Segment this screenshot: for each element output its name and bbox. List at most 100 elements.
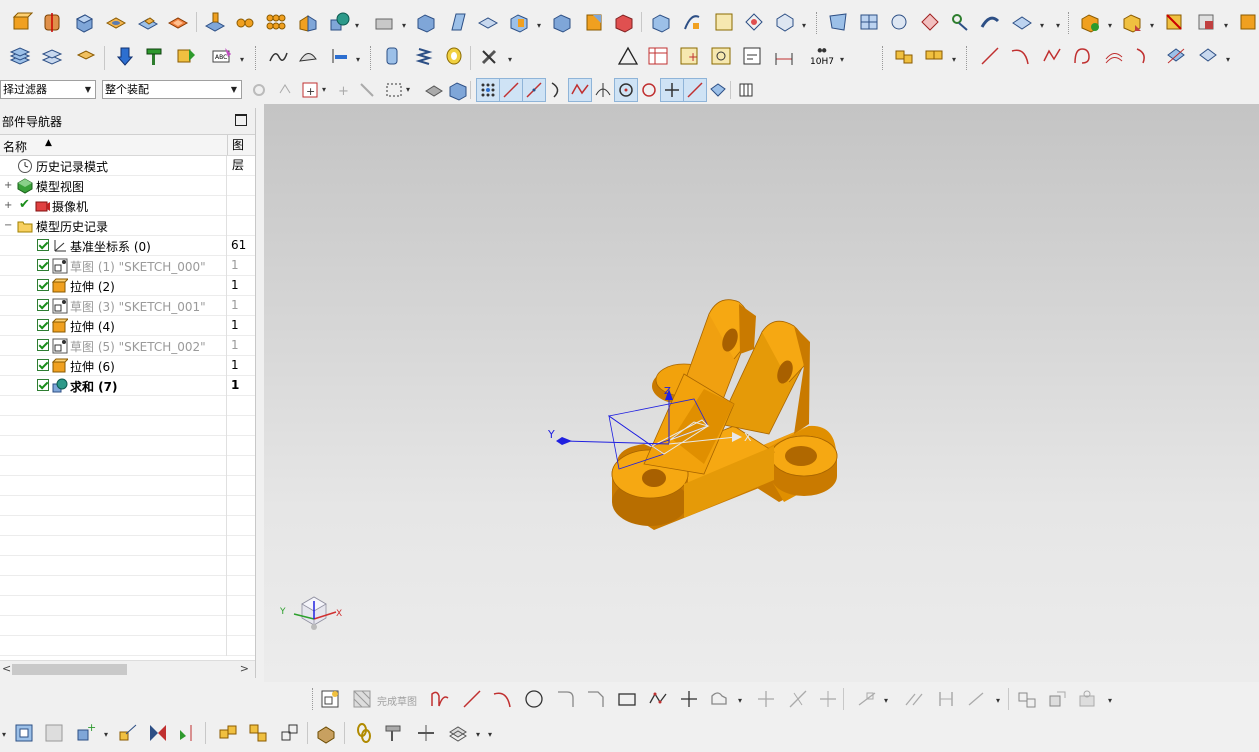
scroll-thumb[interactable] (12, 664, 127, 675)
tree-row[interactable]: + 模型视图 (0, 176, 255, 196)
pattern-icon[interactable] (264, 10, 288, 34)
tree-row[interactable]: 草图 (3) "SKETCH_001" 1 (0, 296, 255, 316)
graphics-window[interactable]: Y X Z X Y (264, 104, 1259, 682)
spring-coil-icon[interactable] (412, 44, 436, 68)
exploded-view-icon[interactable] (1194, 10, 1218, 34)
tree-row[interactable]: 草图 (1) "SKETCH_000" 1 (0, 256, 255, 276)
snap-control-point-icon[interactable] (568, 78, 592, 102)
point-icon[interactable] (677, 687, 701, 711)
drawing-sheet-icon[interactable] (740, 44, 764, 68)
snap-endpoint-icon[interactable] (476, 78, 500, 102)
block-icon[interactable] (72, 10, 96, 34)
maximize-icon[interactable] (235, 114, 247, 126)
trim-body-icon[interactable] (372, 10, 396, 34)
sketch-circle-icon[interactable] (522, 687, 546, 711)
snap-center-icon[interactable] (614, 78, 638, 102)
expand-icon[interactable]: + (4, 200, 12, 211)
snap-curve-icon[interactable] (545, 78, 569, 102)
sketch-arc-icon[interactable] (490, 687, 514, 711)
scroll-left-icon[interactable]: < (2, 662, 11, 675)
visibility-checkbox[interactable] (37, 259, 49, 271)
select-in-window-icon[interactable]: + (298, 78, 322, 102)
snap-point-on-curve-icon[interactable] (660, 78, 684, 102)
visibility-checkbox[interactable] (37, 299, 49, 311)
shell-icon[interactable] (414, 10, 438, 34)
tree-row[interactable]: − 模型历史记录 (0, 216, 255, 236)
constraints-icon[interactable] (855, 687, 879, 711)
face-analysis-icon[interactable] (296, 44, 320, 68)
assembly-constraints-icon[interactable] (146, 721, 170, 745)
visibility-checkbox[interactable] (37, 279, 49, 291)
unite-icon[interactable] (328, 10, 352, 34)
arrangements-icon[interactable] (446, 721, 470, 745)
note-abc-icon[interactable]: ABC (210, 44, 234, 68)
offset-curve-icon[interactable] (1102, 44, 1126, 68)
line-icon[interactable] (978, 44, 1002, 68)
visibility-checkbox[interactable]: ✔ (19, 197, 30, 212)
column-layer-header[interactable]: 图层 (227, 135, 255, 172)
visibility-checkbox[interactable] (37, 359, 49, 371)
quick-trim-icon[interactable] (754, 687, 778, 711)
helix-icon[interactable] (1070, 44, 1094, 68)
triangle-icon[interactable] (616, 44, 640, 68)
section-icon[interactable] (773, 10, 797, 34)
fill-surface-icon[interactable] (857, 10, 881, 34)
arc-icon[interactable] (1008, 44, 1032, 68)
symbol-icon[interactable] (709, 44, 733, 68)
polygon-icon[interactable] (646, 687, 670, 711)
revolve-icon[interactable] (40, 10, 64, 34)
sequence-tool-icon[interactable] (382, 721, 406, 745)
chamfer-sketch-icon[interactable] (584, 687, 608, 711)
finish-sketch-label[interactable]: 完成草图 (377, 693, 417, 708)
layer-settings-icon[interactable] (8, 44, 32, 68)
tree-row[interactable]: 草图 (5) "SKETCH_002" 1 (0, 336, 255, 356)
chamfer-icon[interactable] (582, 10, 606, 34)
thicken-icon[interactable] (507, 10, 531, 34)
table-icon[interactable] (646, 44, 670, 68)
pattern-component-icon[interactable] (246, 721, 270, 745)
sketch-line-icon[interactable] (460, 687, 484, 711)
tree-row[interactable]: 求和 (7) 1 (0, 376, 255, 396)
rapid-dimension-icon[interactable] (934, 687, 958, 711)
expand-icon[interactable]: + (4, 180, 12, 191)
constraint-navigator-icon[interactable] (42, 721, 66, 745)
sew-icon[interactable] (649, 10, 673, 34)
offset-face-icon[interactable] (476, 10, 500, 34)
sketch-icon[interactable] (318, 687, 342, 711)
snap-quadrant-icon[interactable] (637, 78, 661, 102)
chain-link-icon[interactable] (352, 721, 376, 745)
visibility-checkbox[interactable] (37, 339, 49, 351)
gear-icon[interactable] (442, 44, 466, 68)
tree-row[interactable]: + ✔ 摄像机 (0, 196, 255, 216)
tree-row[interactable]: 拉伸 (4) 1 (0, 316, 255, 336)
face-blend-icon[interactable] (612, 10, 636, 34)
trim-sheet-icon[interactable] (1010, 10, 1034, 34)
tree-row[interactable]: 历史记录模式 (0, 156, 255, 176)
move-component-icon[interactable] (116, 721, 140, 745)
snap-point-icon[interactable]: + (332, 78, 356, 102)
intersection-curve-icon[interactable] (1164, 44, 1188, 68)
make-corner-icon[interactable] (816, 687, 840, 711)
clearance-analysis-icon[interactable] (314, 721, 338, 745)
sort-ascending-icon[interactable]: ▲ (45, 138, 52, 148)
studio-spline-icon[interactable] (1040, 44, 1064, 68)
model-view[interactable]: Y X Z X Y (264, 104, 1259, 682)
pocket-icon[interactable] (166, 10, 190, 34)
n-sided-surface-icon[interactable] (887, 10, 911, 34)
add-component-icon[interactable]: + (74, 721, 98, 745)
mirror-assembly-icon[interactable] (216, 721, 240, 745)
project-curve-icon[interactable] (1132, 44, 1156, 68)
route-icon[interactable] (414, 721, 438, 745)
geometric-constraint-icon[interactable] (902, 687, 926, 711)
analysis-distance-icon[interactable] (112, 44, 136, 68)
snap-intersection-icon[interactable] (591, 78, 615, 102)
column-name-header[interactable]: 名称 (3, 138, 27, 155)
show-hide-constraints-icon[interactable] (176, 721, 200, 745)
move-object-icon[interactable] (174, 44, 198, 68)
pad-icon[interactable] (203, 10, 227, 34)
hole-icon[interactable] (104, 10, 128, 34)
visibility-checkbox[interactable] (37, 239, 49, 251)
section-curve-icon[interactable] (1196, 44, 1220, 68)
studio-surface-icon[interactable] (826, 10, 850, 34)
sequence-icon[interactable] (1236, 10, 1259, 34)
